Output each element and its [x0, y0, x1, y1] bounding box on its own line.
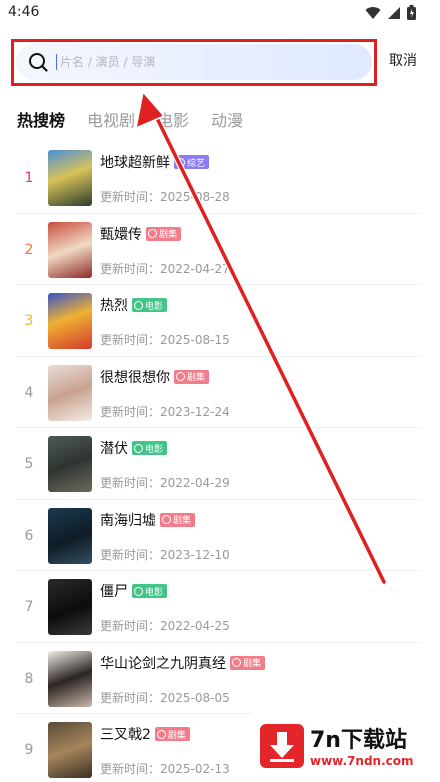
- list-item[interactable]: 5 潜伏 电影 更新时间：2022-04-29: [16, 428, 422, 500]
- watermark: 7n下载站 www.7ndn.com: [252, 710, 440, 782]
- item-title: 三叉戟2: [100, 727, 151, 743]
- update-time: 更新时间：2025-08-05: [100, 690, 230, 705]
- category-badge: 剧集: [160, 512, 196, 527]
- update-time: 更新时间：2022-04-25: [100, 619, 230, 633]
- item-title: 华山论剑之九阴真经: [100, 655, 226, 672]
- title-line: 僵尸 电影: [100, 581, 168, 601]
- badge-icon: [156, 729, 166, 739]
- rank-number: 5: [24, 456, 34, 472]
- poster-image: [48, 364, 92, 421]
- poster-image: [48, 436, 92, 492]
- update-time: 更新时间：2022-04-27: [100, 261, 230, 276]
- cancel-button[interactable]: 取消: [389, 50, 417, 70]
- category-badge: 剧集: [230, 655, 266, 670]
- item-title: 地球超新鲜: [100, 155, 170, 171]
- rank-number: 1: [24, 170, 34, 186]
- tab-tv-series[interactable]: 电视剧: [87, 110, 135, 132]
- list-item[interactable]: 8 华山论剑之九阴真经 剧集 更新时间：2025-08-05: [16, 643, 422, 714]
- rank-number: 3: [24, 313, 34, 329]
- item-title: 南海归墟: [100, 512, 156, 529]
- rank-number: 8: [24, 670, 34, 687]
- list-item[interactable]: 6 南海归墟 剧集 更新时间：2023-12-10: [16, 500, 422, 571]
- title-line: 潜伏 电影: [100, 438, 168, 458]
- update-time: 更新时间：2023-12-24: [100, 404, 230, 419]
- status-time: 4:46: [8, 4, 40, 20]
- cell-signal-icon: [388, 6, 400, 19]
- tab-hot-search[interactable]: 热搜榜: [17, 110, 65, 132]
- wifi-icon: [365, 6, 381, 19]
- badge-label: 剧集: [243, 659, 262, 669]
- badge-label: 剧集: [159, 230, 178, 240]
- category-badge: 电影: [132, 441, 168, 455]
- list-item[interactable]: 2 甄嬛传 剧集 更新时间：2022-04-27: [16, 214, 422, 285]
- title-line: 南海归墟 剧集: [100, 510, 196, 530]
- badge-label: 电影: [145, 444, 164, 455]
- badge-icon: [134, 443, 143, 453]
- category-badge: 剧集: [174, 369, 210, 384]
- category-badge: 电影: [132, 584, 168, 598]
- badge-icon: [162, 515, 171, 524]
- list-item[interactable]: 7 僵尸 电影 更新时间：2022-04-25: [16, 571, 422, 643]
- rank-number: 6: [24, 527, 34, 544]
- poster-image: [48, 507, 92, 564]
- item-title: 甄嬛传: [100, 226, 142, 243]
- badge-icon: [176, 157, 185, 167]
- poster-image: [48, 150, 92, 206]
- rank-number: 2: [24, 241, 34, 258]
- category-badge: 综艺: [174, 155, 210, 169]
- title-line: 很想很想你 剧集: [100, 367, 210, 387]
- category-badge: 剧集: [146, 226, 182, 241]
- title-line: 三叉戟2 剧集: [100, 724, 190, 744]
- badge-icon: [232, 658, 241, 667]
- badge-label: 剧集: [173, 516, 192, 526]
- poster-image: [48, 722, 92, 778]
- status-icons: [365, 5, 416, 20]
- category-badge: 剧集: [154, 727, 190, 741]
- list-item[interactable]: 4 很想很想你 剧集 更新时间：2023-12-24: [16, 357, 422, 428]
- update-time: 更新时间：2025-02-13: [100, 762, 230, 776]
- title-line: 地球超新鲜 综艺: [100, 152, 210, 172]
- update-time: 更新时间：2025-08-28: [100, 190, 230, 204]
- highlight-box: [11, 39, 377, 86]
- category-tabs: 热搜榜 电视剧 电影 动漫: [17, 110, 265, 132]
- hot-search-list: 1 地球超新鲜 综艺 更新时间：2025-08-28 2 甄嬛传 剧集 更新时间…: [0, 142, 440, 782]
- tab-movie[interactable]: 电影: [157, 110, 189, 132]
- category-badge: 电影: [132, 298, 168, 312]
- poster-image: [48, 579, 92, 635]
- update-time: 更新时间：2025-08-15: [100, 333, 230, 347]
- poster-image: [48, 221, 92, 278]
- item-title: 僵尸: [100, 584, 128, 600]
- watermark-title: 7n下载站: [310, 728, 407, 753]
- badge-icon: [148, 229, 157, 238]
- badge-icon: [176, 372, 185, 381]
- badge-label: 剧集: [167, 730, 186, 741]
- watermark-url: www.7ndn.com: [310, 754, 414, 768]
- rank-number: 9: [24, 742, 34, 758]
- battery-icon: [407, 5, 416, 20]
- rank-number: 7: [24, 599, 34, 615]
- title-line: 华山论剑之九阴真经 剧集: [100, 653, 266, 673]
- badge-label: 电影: [145, 301, 164, 312]
- update-time: 更新时间：2022-04-29: [100, 476, 230, 490]
- badge-label: 综艺: [187, 158, 206, 169]
- item-title: 潜伏: [100, 441, 128, 457]
- badge-label: 剧集: [187, 373, 206, 383]
- item-title: 热烈: [100, 298, 128, 314]
- badge-label: 电影: [145, 587, 164, 598]
- badge-icon: [134, 300, 143, 310]
- list-item[interactable]: 3 热烈 电影 更新时间：2025-08-15: [16, 285, 422, 357]
- badge-icon: [134, 586, 143, 596]
- status-bar: 4:46: [0, 0, 440, 26]
- title-line: 甄嬛传 剧集: [100, 224, 182, 244]
- tab-anime[interactable]: 动漫: [211, 110, 243, 132]
- list-item[interactable]: 1 地球超新鲜 综艺 更新时间：2025-08-28: [16, 142, 422, 214]
- poster-image: [48, 293, 92, 349]
- update-time: 更新时间：2023-12-10: [100, 547, 230, 562]
- poster-image: [48, 650, 92, 707]
- download-arrow-icon: [270, 732, 294, 762]
- title-line: 热烈 电影: [100, 295, 168, 315]
- item-title: 很想很想你: [100, 369, 170, 386]
- rank-number: 4: [24, 384, 34, 401]
- download-logo-icon: [260, 724, 304, 768]
